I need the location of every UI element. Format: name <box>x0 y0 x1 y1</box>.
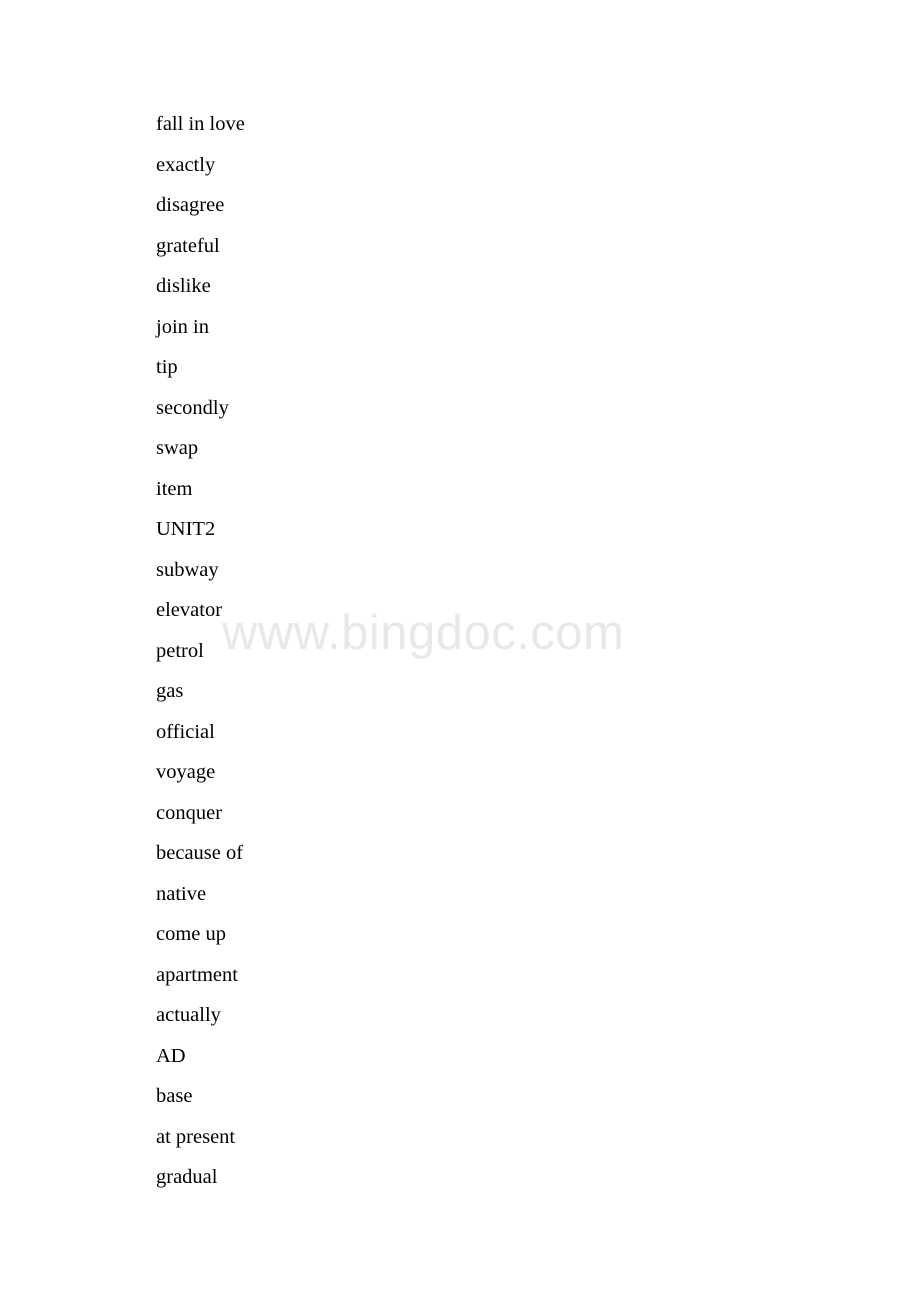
word-list-item: grateful <box>156 234 220 257</box>
word-list-item: gas <box>156 680 184 702</box>
word-list-item: base <box>156 1085 193 1107</box>
vocabulary-word-list: fall in love exactly disagree grateful disli… <box>156 104 756 1198</box>
word-list-item: conquer <box>156 801 223 824</box>
word-list-item: dislike <box>156 275 211 297</box>
word-list-item: join in <box>156 315 209 338</box>
word-list-item: petrol <box>156 639 204 662</box>
word-list-item: disagree <box>156 194 225 216</box>
word-list-item: apartment <box>156 963 238 986</box>
word-list-item: gradual <box>156 1166 218 1188</box>
word-list-item: voyage <box>156 761 216 783</box>
word-list-item: item <box>156 477 193 500</box>
word-list-item: UNIT2 <box>156 518 216 540</box>
word-list-item: fall in love <box>156 113 245 135</box>
word-list-item: come up <box>156 923 227 945</box>
word-list-item: subway <box>156 558 219 581</box>
word-list-item: AD <box>156 1044 186 1067</box>
word-list-item: native <box>156 882 207 905</box>
word-list-item: secondly <box>156 396 229 419</box>
word-list-item: elevator <box>156 599 223 621</box>
word-list-item: at present <box>156 1125 236 1148</box>
word-list-item: official <box>156 720 215 743</box>
document-page: www.bingdoc.com fall in love exactly disag… <box>0 0 920 1302</box>
word-list-item: swap <box>156 437 199 459</box>
word-list-item: actually <box>156 1004 221 1026</box>
word-list-item: exactly <box>156 153 216 176</box>
word-list-item: because of <box>156 842 244 864</box>
word-list-item: tip <box>156 356 178 378</box>
